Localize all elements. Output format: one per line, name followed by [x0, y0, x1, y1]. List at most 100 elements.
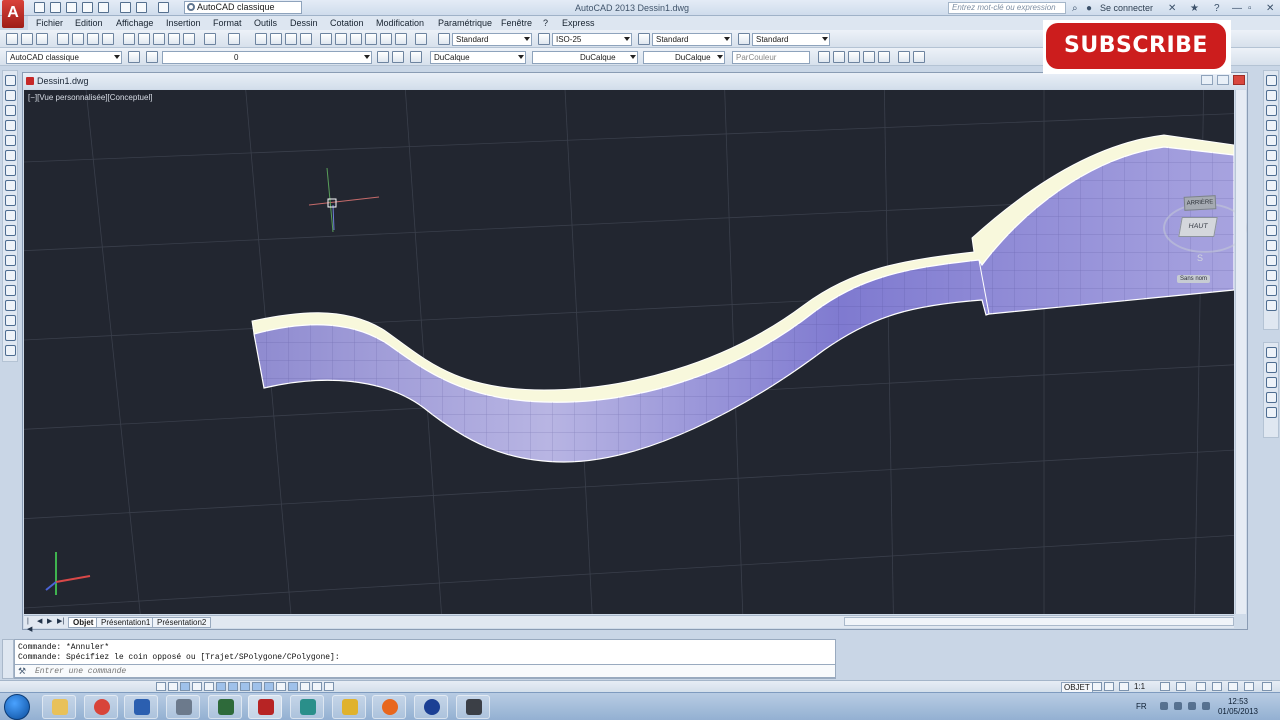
table-style-icon[interactable] — [638, 33, 650, 45]
erase-icon[interactable] — [1266, 75, 1277, 86]
taskbar-app-7[interactable] — [290, 695, 324, 719]
undo-icon[interactable] — [136, 2, 147, 13]
save-as-icon[interactable] — [82, 2, 93, 13]
linetype-dropdown[interactable]: DuCalque — [532, 51, 638, 64]
block-editor-icon[interactable] — [183, 33, 195, 45]
rotate-icon[interactable] — [1266, 165, 1277, 176]
snap-toggle[interactable] — [168, 682, 178, 691]
next-tab-icon[interactable]: ▶ — [47, 618, 54, 626]
hardware-accel-icon[interactable] — [1228, 682, 1238, 691]
layer-manager-icon[interactable] — [146, 51, 158, 63]
join-icon[interactable] — [1266, 255, 1277, 266]
osnap-toggle[interactable] — [216, 682, 226, 691]
user-icon[interactable]: ● — [1086, 3, 1092, 14]
circle-icon[interactable] — [5, 165, 16, 176]
layer-states-icon[interactable] — [410, 51, 422, 63]
array-icon[interactable] — [1266, 135, 1277, 146]
paste-icon[interactable] — [153, 33, 165, 45]
publish-icon[interactable] — [87, 33, 99, 45]
table-icon[interactable] — [5, 330, 16, 341]
menu-fenetre[interactable]: Fenêtre — [501, 18, 532, 28]
orbit-icon[interactable] — [898, 51, 910, 63]
trim-icon[interactable] — [1266, 210, 1277, 221]
volume-icon[interactable] — [1202, 702, 1210, 710]
tab-presentation2[interactable]: Présentation2 — [152, 617, 212, 628]
markup-icon[interactable] — [380, 33, 392, 45]
undo-icon[interactable] — [204, 33, 216, 45]
explode-icon[interactable] — [1266, 300, 1277, 311]
lock-ui-icon[interactable] — [1212, 682, 1222, 691]
menu-dessin[interactable]: Dessin — [290, 18, 318, 28]
open-icon[interactable] — [21, 33, 33, 45]
send-under-icon[interactable] — [1266, 392, 1277, 403]
maximize-icon[interactable]: ▫ — [1248, 3, 1252, 14]
otrack-toggle[interactable] — [240, 682, 250, 691]
copy-object-icon[interactable] — [1266, 90, 1277, 101]
isolate-objects-icon[interactable] — [1244, 682, 1254, 691]
drawing-minimize-button[interactable] — [1201, 75, 1213, 85]
view-left-icon[interactable] — [848, 51, 860, 63]
grid-toggle[interactable] — [180, 682, 190, 691]
plot-icon[interactable] — [57, 33, 69, 45]
minimize-icon[interactable]: — — [1232, 3, 1242, 14]
make-current-layer-icon[interactable] — [377, 51, 389, 63]
help-icon[interactable] — [415, 33, 427, 45]
selection-cycling-toggle[interactable] — [312, 682, 322, 691]
compass-south[interactable]: S — [1197, 253, 1203, 263]
ellipse-icon[interactable] — [5, 210, 16, 221]
send-back-icon[interactable] — [1266, 362, 1277, 373]
layer-dropdown[interactable]: 0 — [162, 51, 372, 64]
menu-modification[interactable]: Modification — [376, 18, 424, 28]
zoom-realtime-icon[interactable] — [270, 33, 282, 45]
transparency-toggle[interactable] — [288, 682, 298, 691]
infer-constraints-toggle[interactable] — [156, 682, 166, 691]
redo-icon[interactable] — [158, 2, 169, 13]
auto-scale-icon[interactable] — [1176, 682, 1186, 691]
stay-connected-icon[interactable]: ★ — [1190, 3, 1199, 14]
taskbar-app-8[interactable] — [332, 695, 366, 719]
dim-style-dropdown[interactable]: ISO-25 — [552, 33, 632, 46]
taskbar-app-9[interactable] — [372, 695, 406, 719]
taskbar-app-11[interactable] — [456, 695, 490, 719]
stretch-icon[interactable] — [1266, 195, 1277, 206]
language-indicator[interactable]: FR — [1136, 702, 1147, 711]
annotation-monitor-toggle[interactable] — [324, 682, 334, 691]
offset-icon[interactable] — [1266, 120, 1277, 131]
insert-block-icon[interactable] — [5, 240, 16, 251]
sign-in-link[interactable]: Se connecter — [1100, 3, 1153, 13]
design-center-icon[interactable] — [335, 33, 347, 45]
prev-tab-icon[interactable]: ◀ — [37, 618, 44, 626]
wcs-menu[interactable]: Sans nom — [1177, 275, 1211, 283]
menu-affichage[interactable]: Affichage — [116, 18, 153, 28]
menu-outils[interactable]: Outils — [254, 18, 277, 28]
region-icon[interactable] — [5, 315, 16, 326]
quick-view-layouts-icon[interactable] — [1092, 682, 1102, 691]
plotstyle-dropdown[interactable]: ParCouleur — [732, 51, 810, 64]
quickcalc-icon[interactable] — [395, 33, 407, 45]
rectangle-icon[interactable] — [5, 135, 16, 146]
print-icon[interactable] — [120, 2, 131, 13]
pan-icon[interactable] — [255, 33, 267, 45]
view-iso-icon[interactable] — [878, 51, 890, 63]
bring-above-icon[interactable] — [1266, 377, 1277, 388]
hatch-icon[interactable] — [5, 285, 16, 296]
quick-properties-toggle[interactable] — [300, 682, 310, 691]
first-tab-icon[interactable]: |◀ — [27, 618, 34, 633]
view-front-icon[interactable] — [833, 51, 845, 63]
chamfer-icon[interactable] — [1266, 270, 1277, 281]
3d-osnap-toggle[interactable] — [228, 682, 238, 691]
last-tab-icon[interactable]: ▶| — [57, 618, 64, 626]
menu-fichier[interactable]: Fichier — [36, 18, 63, 28]
search-icon[interactable]: ⌕ — [1072, 3, 1078, 14]
extend-icon[interactable] — [1266, 225, 1277, 236]
ellipse-arc-icon[interactable] — [5, 225, 16, 236]
sheet-set-icon[interactable] — [365, 33, 377, 45]
drawing-close-button[interactable] — [1233, 75, 1245, 85]
taskbar-app-5[interactable] — [208, 695, 242, 719]
tool-palettes-icon[interactable] — [350, 33, 362, 45]
viewport-controls-label[interactable]: [−][Vue personnalisée][Conceptuel] — [28, 93, 152, 102]
new-icon[interactable] — [6, 33, 18, 45]
mirror-icon[interactable] — [1266, 105, 1277, 116]
text-front-icon[interactable] — [1266, 407, 1277, 418]
zoom-window-icon[interactable] — [285, 33, 297, 45]
